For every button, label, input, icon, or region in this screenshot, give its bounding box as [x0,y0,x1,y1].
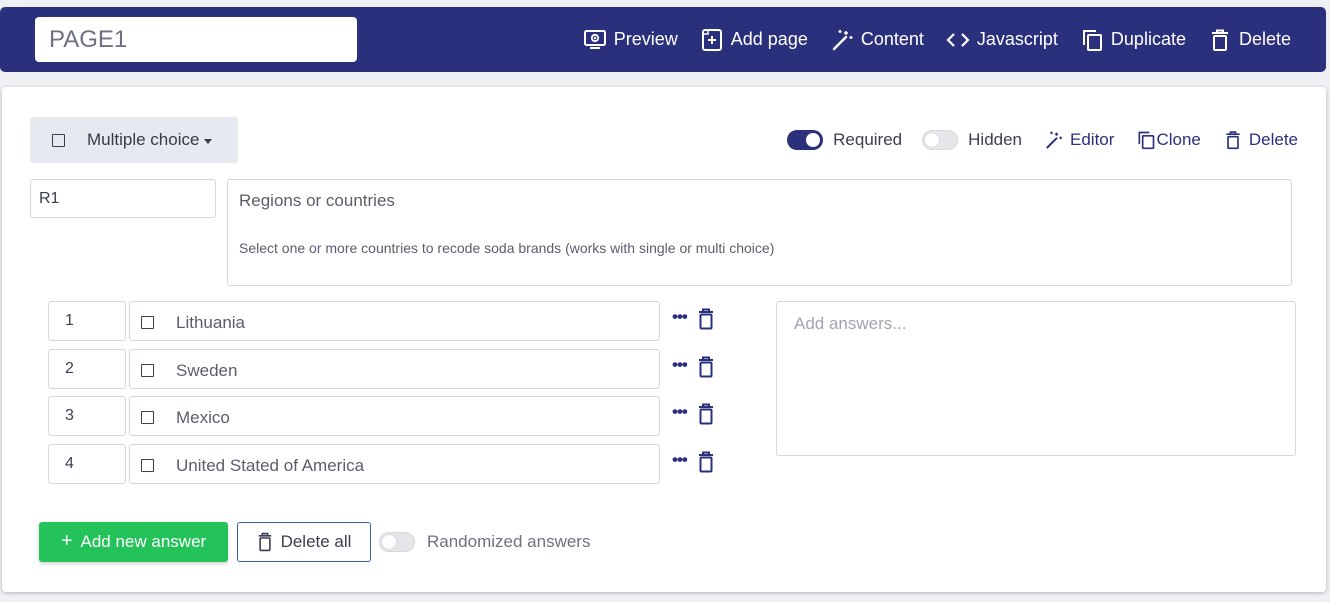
editor-label: Editor [1070,130,1115,149]
caret-down-icon [204,138,213,144]
answer-label: Sweden [176,361,238,380]
trash-icon [258,532,271,552]
preview-icon [583,29,606,49]
duplicate-icon [1138,131,1155,150]
randomized-answers-control: Randomized answers [379,532,590,552]
answer-text-field[interactable]: Sweden [129,349,660,389]
answer-text-field[interactable]: Mexico [129,396,660,436]
add-new-answer-button[interactable]: + Add new answer [39,522,228,562]
answer-code-input[interactable] [48,349,126,389]
duplicate-label: Duplicate [1110,29,1186,49]
delete-all-button[interactable]: Delete all [237,522,371,562]
page-toolbar: Preview Add page Content Javascript Dupl… [0,7,1326,72]
plus-icon: + [60,529,73,552]
answer-text-field[interactable]: Lithuania [129,301,660,341]
answer-code-input[interactable] [48,396,126,436]
question-card: Multiple choice Required Hidden Editor C… [2,87,1326,592]
content-button[interactable]: Content [830,28,924,52]
clone-button[interactable]: Clone [1136,129,1201,151]
editor-button[interactable]: Editor [1044,129,1114,151]
randomized-label: Randomized answers [427,532,591,551]
duplicate-button[interactable]: Duplicate [1080,28,1186,52]
trash-icon[interactable] [697,451,715,473]
question-title: Regions or countries [239,191,395,210]
page-actions: Preview Add page Content Javascript Dupl… [561,7,1291,72]
more-options-icon[interactable]: ••• [672,355,688,375]
question-actions: Required Hidden Editor Clone Delete [787,125,1298,155]
hidden-label: Hidden [968,130,1023,149]
add-new-answer-label: Add new answer [80,532,207,551]
duplicate-icon [1082,29,1102,51]
checkbox-icon [141,411,154,424]
delete-all-label: Delete all [280,532,352,551]
add-page-button[interactable]: Add page [700,28,808,52]
checkbox-icon [141,364,154,377]
trash-icon [1226,131,1240,150]
preview-label: Preview [613,29,678,49]
question-code-input[interactable] [30,179,216,218]
more-options-icon[interactable]: ••• [672,307,688,327]
javascript-button[interactable]: Javascript [946,28,1058,52]
checkbox-icon [141,459,154,472]
trash-icon[interactable] [697,403,715,425]
answer-text-field[interactable]: United Stated of America [129,444,660,484]
delete-question-button[interactable]: Delete [1223,129,1298,151]
add-page-icon [701,28,722,51]
clone-label: Clone [1156,130,1201,149]
javascript-label: Javascript [976,29,1058,49]
delete-page-button[interactable]: Delete [1208,28,1291,52]
checkbox-icon [52,133,65,147]
trash-icon[interactable] [697,356,715,378]
answer-label: United Stated of America [176,456,365,475]
required-label: Required [833,130,903,149]
hidden-toggle[interactable] [922,130,959,150]
answer-code-input[interactable] [48,444,126,484]
trash-icon[interactable] [697,308,715,330]
required-toggle[interactable] [787,130,824,150]
page-name-input[interactable] [35,17,357,62]
code-icon [946,32,970,47]
delete-page-label: Delete [1238,29,1291,49]
question-text-editor[interactable]: Regions or countries Select one or more … [227,179,1292,286]
magic-wand-icon [832,29,853,50]
add-page-label: Add page [730,29,808,49]
question-type-label: Multiple choice [87,130,200,149]
more-options-icon[interactable]: ••• [672,450,688,470]
magic-wand-icon [1046,131,1062,149]
question-type-dropdown[interactable]: Multiple choice [30,117,238,163]
answer-label: Mexico [176,408,230,427]
randomized-toggle[interactable] [379,532,415,552]
question-description: Select one or more countries to recode s… [239,240,775,256]
preview-button[interactable]: Preview [583,28,678,52]
trash-icon [1211,29,1228,51]
content-label: Content [860,29,924,49]
answer-code-input[interactable] [48,301,126,341]
bulk-answers-textarea[interactable] [776,301,1296,456]
checkbox-icon [141,316,154,329]
answer-label: Lithuania [176,313,246,332]
delete-question-label: Delete [1248,130,1298,149]
more-options-icon[interactable]: ••• [672,402,688,422]
